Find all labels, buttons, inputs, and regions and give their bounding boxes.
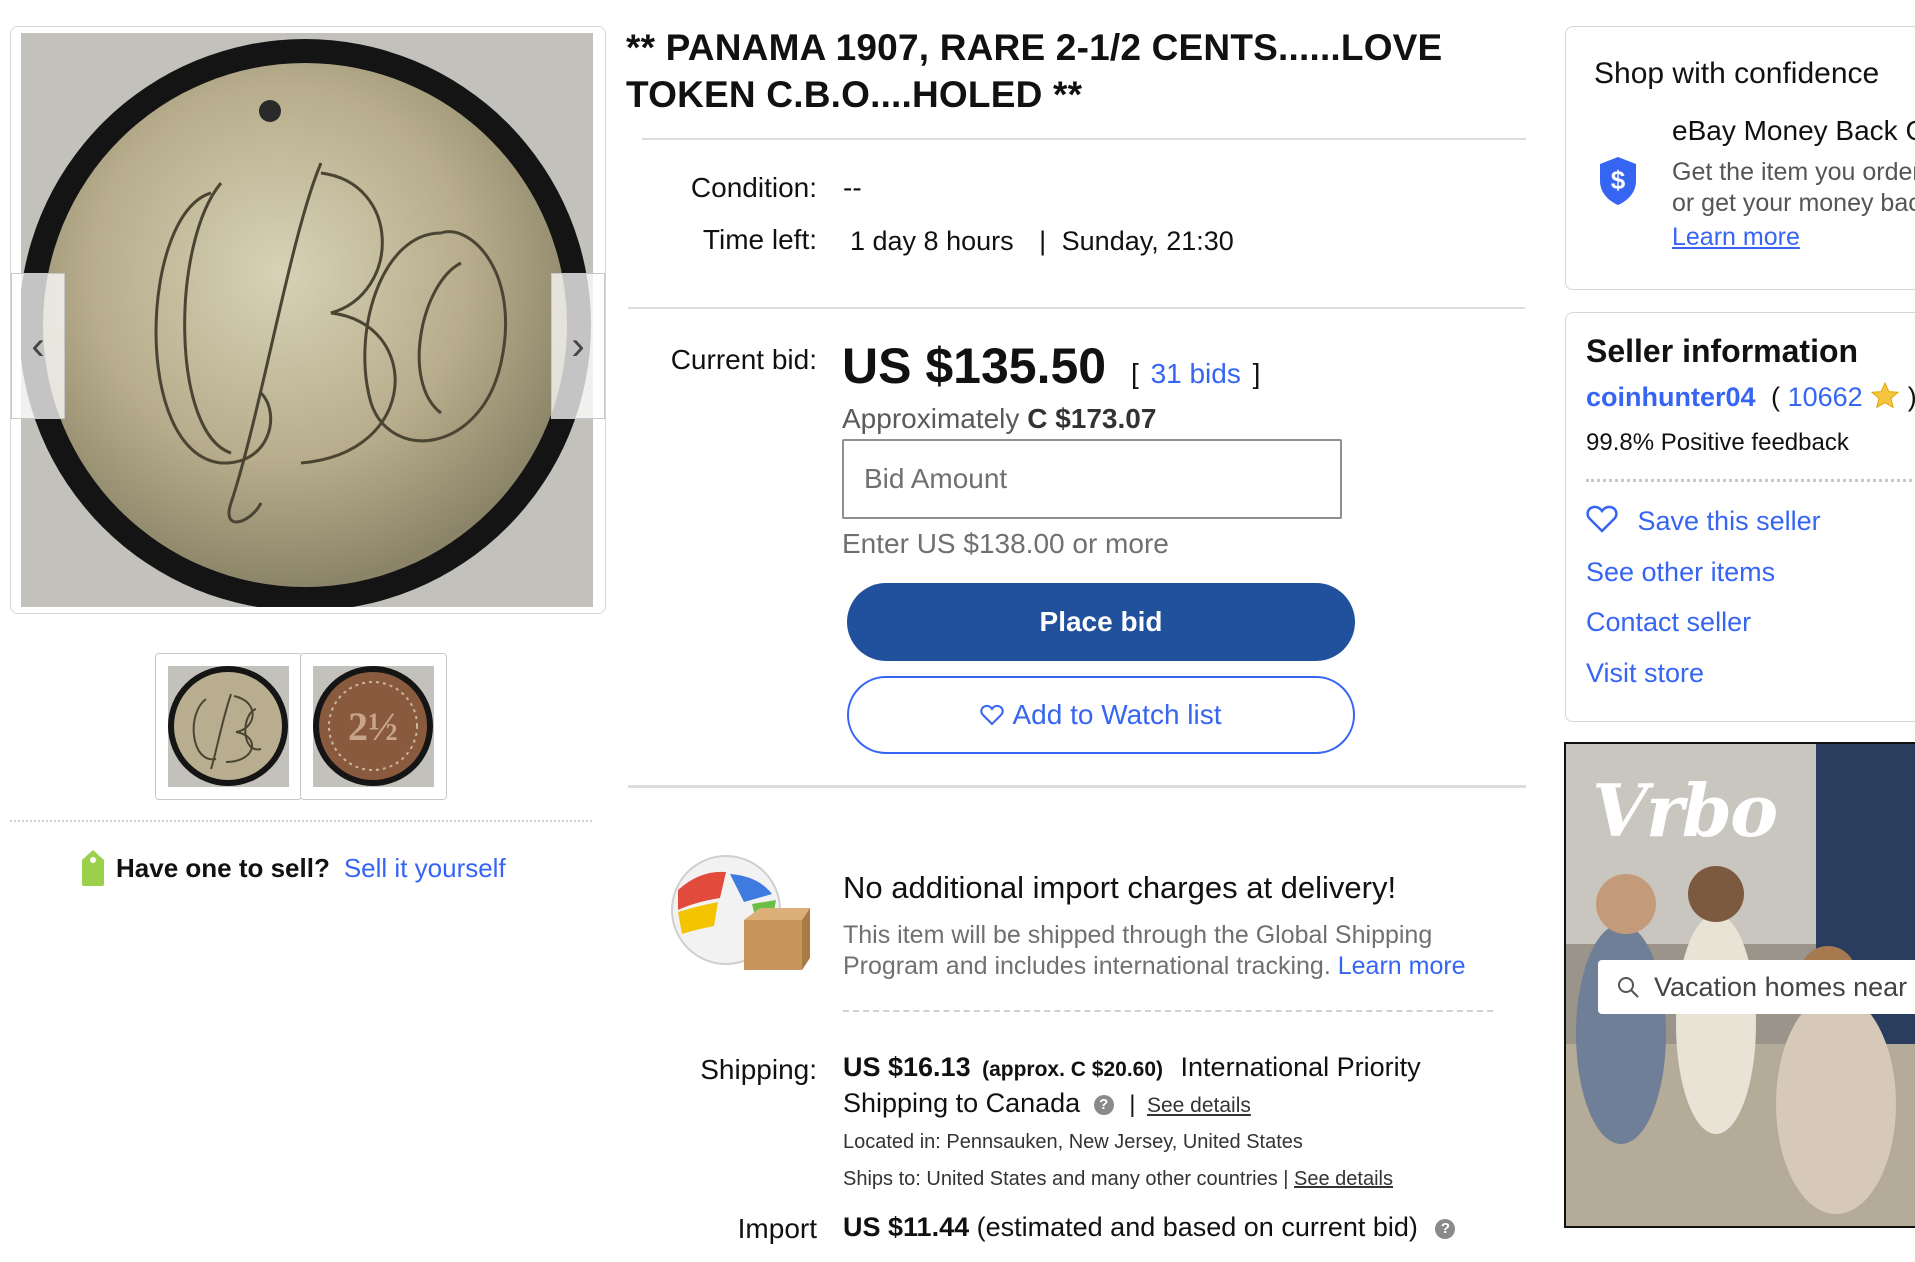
vrbo-advertisement[interactable]: Vrbo Vacation homes near me xyxy=(1564,742,1915,1228)
main-image-frame: ‹ › xyxy=(10,26,606,614)
shipping-method: International Priority xyxy=(1180,1052,1421,1082)
minimum-bid-hint: Enter US $138.00 or more xyxy=(842,528,1169,559)
seller-info-title: Seller information xyxy=(1586,333,1859,369)
seller-score-close: ) xyxy=(1908,382,1915,412)
bid-count-open: [ xyxy=(1131,358,1139,389)
time-separator: | xyxy=(1039,226,1047,256)
save-seller-link[interactable]: Save this seller xyxy=(1586,505,1821,537)
shop-with-confidence-box: Shop with confidence $ eBay Money Back G… xyxy=(1565,26,1915,290)
svg-text:$: $ xyxy=(1611,165,1626,195)
bid-divider xyxy=(628,785,1526,788)
seller-feedback-score-link[interactable]: 10662 xyxy=(1788,382,1863,412)
time-left-row: 1 day 8 hours | Sunday, 21:30 xyxy=(850,226,1234,257)
seller-name-link[interactable]: coinhunter04 xyxy=(1586,382,1756,412)
ad-search-box[interactable]: Vacation homes near me xyxy=(1598,960,1915,1014)
shipping-approx: (approx. C $20.60) xyxy=(982,1058,1164,1081)
import-label: Import xyxy=(737,1213,817,1244)
bid-count: [ 31 bids ] xyxy=(1131,358,1260,390)
shipping-see-details-link[interactable]: See details xyxy=(1147,1094,1251,1117)
shipping-pipe: | xyxy=(1129,1091,1136,1118)
money-back-learn-more-link[interactable]: Learn more xyxy=(1672,223,1800,252)
shipping-line-1: US $16.13 (approx. C $20.60) Internation… xyxy=(843,1052,1421,1083)
place-bid-button[interactable]: Place bid xyxy=(847,583,1355,661)
approx-prefix: Approximately xyxy=(842,403,1020,434)
ships-to-see-details-link[interactable]: See details xyxy=(1294,1168,1393,1190)
heart-icon xyxy=(980,704,1005,726)
item-title: ** PANAMA 1907, RARE 2-1/2 CENTS......LO… xyxy=(626,27,1443,115)
located-in: Located in: Pennsauken, New Jersey, Unit… xyxy=(843,1131,1303,1153)
shipping-label: Shipping: xyxy=(700,1054,817,1085)
ad-search-placeholder: Vacation homes near me xyxy=(1654,971,1915,1002)
star-icon xyxy=(1870,381,1900,409)
see-other-items-link[interactable]: See other items xyxy=(1586,557,1775,588)
import-charges-heading: No additional import charges at delivery… xyxy=(843,870,1397,905)
add-to-watchlist-button[interactable]: Add to Watch list xyxy=(847,676,1355,754)
shipping-line-2: Shipping to Canada ? | See details xyxy=(843,1088,1251,1119)
approx-price: Approximately C $173.07 xyxy=(842,403,1156,435)
seller-divider xyxy=(1586,479,1915,482)
current-bid-price: US $135.50 xyxy=(842,338,1107,394)
global-shipping-icon xyxy=(671,855,810,970)
import-price: US $11.44 xyxy=(843,1212,970,1242)
import-divider xyxy=(843,1010,1493,1012)
gsp-learn-more-link[interactable]: Learn more xyxy=(1338,952,1466,980)
coin-photo xyxy=(19,33,593,611)
time-left-label: Time left: xyxy=(702,224,817,255)
svg-text:2½: 2½ xyxy=(348,704,398,749)
next-image-button[interactable]: › xyxy=(551,273,605,419)
bid-count-close: ] xyxy=(1252,358,1261,389)
bid-amount-input[interactable] xyxy=(842,439,1342,519)
heart-outline-icon xyxy=(1586,505,1618,533)
contact-seller-link[interactable]: Contact seller xyxy=(1586,607,1751,638)
sell-question: Have one to sell? xyxy=(116,852,330,883)
condition-label: Condition: xyxy=(690,172,817,203)
shipping-price: US $16.13 xyxy=(843,1052,971,1082)
main-image[interactable] xyxy=(19,33,593,611)
details-divider xyxy=(628,307,1525,309)
search-icon xyxy=(1618,977,1639,998)
sell-it-yourself-link[interactable]: Sell it yourself xyxy=(344,853,506,884)
ships-to-row: Ships to: United States and many other c… xyxy=(843,1168,1393,1191)
seller-positive-feedback: 99.8% Positive feedback xyxy=(1586,429,1849,456)
bid-history-link[interactable]: 31 bids xyxy=(1151,358,1241,389)
money-back-title: eBay Money Back Guarantee xyxy=(1672,115,1915,146)
approx-value: C $173.07 xyxy=(1027,403,1157,434)
visit-store-link[interactable]: Visit store xyxy=(1586,658,1704,689)
place-bid-label: Place bid xyxy=(1039,606,1163,637)
previous-image-button[interactable]: ‹ xyxy=(11,273,65,419)
end-time: Sunday, 21:30 xyxy=(1061,226,1234,256)
shield-dollar-icon: $ xyxy=(1600,157,1636,205)
import-fee-row: US $11.44 (estimated and based on curren… xyxy=(843,1212,1456,1243)
condition-value: -- xyxy=(843,172,862,203)
seller-score-open: ( xyxy=(1771,382,1781,412)
price-tag-icon xyxy=(82,850,104,886)
money-back-description: Get the item you ordered or get your mon… xyxy=(1672,158,1915,217)
thumbnail-2[interactable]: 2½ xyxy=(300,653,447,800)
shipping-help-icon[interactable]: ? xyxy=(1093,1095,1114,1115)
import-charges-description: This item will be shipped through the Gl… xyxy=(843,920,1493,982)
import-help-icon[interactable]: ? xyxy=(1435,1219,1456,1239)
confidence-title: Shop with confidence xyxy=(1594,57,1880,90)
save-seller-label: Save this seller xyxy=(1637,506,1821,536)
title-divider xyxy=(642,138,1526,140)
seller-information-box: Seller information coinhunter04 ( 10662 … xyxy=(1565,312,1915,722)
import-note: (estimated and based on current bid) xyxy=(976,1212,1418,1242)
watch-label: Add to Watch list xyxy=(1012,699,1222,730)
sell-row: Have one to sell? Sell it yourself xyxy=(80,848,506,888)
ships-to-text: Ships to: United States and many other c… xyxy=(843,1168,1289,1190)
current-bid-label: Current bid: xyxy=(670,344,817,375)
chevron-left-icon: ‹ xyxy=(31,323,45,368)
vrbo-logo: Vrbo xyxy=(1592,768,1778,853)
chevron-right-icon: › xyxy=(571,323,585,368)
time-left-value: 1 day 8 hours xyxy=(850,226,1014,256)
seller-name-row: coinhunter04 ( 10662 ) xyxy=(1586,381,1915,413)
shipping-destination: Shipping to Canada xyxy=(843,1088,1081,1118)
thumbnail-coin-back: 2½ xyxy=(301,654,446,799)
thumbnail-1[interactable] xyxy=(155,653,302,800)
thumbnail-coin-front xyxy=(156,654,301,799)
gallery-divider xyxy=(10,820,592,822)
